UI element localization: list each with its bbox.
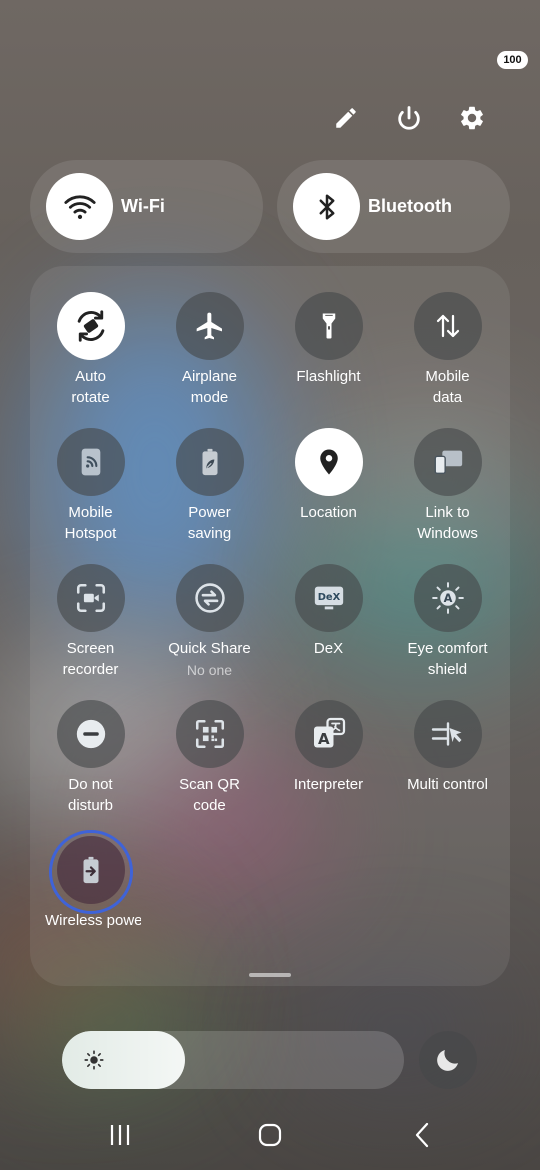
bluetooth-label: Bluetooth [368,196,452,216]
battery-level-badge: 100 [497,51,528,69]
tile-multi-control[interactable]: Multi control [388,700,507,795]
eye-comfort-icon: A [413,564,482,632]
svg-text:DeX: DeX [317,592,340,603]
back-icon[interactable] [402,1120,442,1150]
tile-label: Airplane mode [181,368,238,406]
mobile-data-icon [413,292,482,360]
tile-flashlight[interactable]: Flashlight [269,292,388,387]
airplane-icon [175,292,244,360]
auto-rotate-icon [56,292,125,360]
tile-label: Flashlight [296,368,361,385]
do-not-disturb-icon [56,700,125,768]
tile-interpreter[interactable]: A Interpreter [269,700,388,795]
tile-mobile-data[interactable]: Mobile data [388,292,507,408]
gear-icon[interactable] [454,100,490,136]
tile-screen-recorder[interactable]: Screen recorder [31,564,150,680]
home-icon[interactable] [250,1120,290,1150]
tile-power-saving[interactable]: Power saving [150,428,269,544]
tile-label: Power saving [187,504,232,542]
screen-recorder-icon [56,564,125,632]
recents-icon[interactable] [100,1120,140,1150]
bluetooth-icon [293,173,360,240]
pencil-icon[interactable] [328,100,364,136]
svg-text:A: A [443,591,452,605]
navigation-bar [0,1110,540,1158]
brightness-level-fill [62,1031,186,1089]
moon-icon [437,1050,458,1071]
bluetooth-toggle[interactable]: Bluetooth [277,160,510,253]
tile-auto-rotate[interactable]: Auto rotate [31,292,150,408]
quick-share-icon [175,564,244,632]
panel-drag-handle[interactable] [249,973,291,977]
flashlight-icon [294,292,363,360]
tile-label: Location [300,504,357,521]
wifi-icon [46,173,113,240]
tile-dex[interactable]: DeX DeX [269,564,388,659]
tile-location[interactable]: Location [269,428,388,523]
wifi-label: Wi-Fi [121,196,165,216]
dex-icon: DeX [294,564,363,632]
brightness-slider[interactable] [62,1031,404,1089]
tile-label: Quick Share [168,640,251,657]
wifi-toggle[interactable]: Wi-Fi [30,160,263,253]
battery-leaf-icon [175,428,244,496]
qr-code-icon [175,700,244,768]
power-icon[interactable] [391,100,427,136]
tile-link-to-windows[interactable]: Link to Windows [388,428,507,544]
tile-label: Eye comfort shield [407,640,488,678]
focus-highlight-ring [49,830,133,914]
sun-icon [84,1050,104,1070]
hotspot-icon [56,428,125,496]
tile-label: Auto rotate [71,368,110,406]
tile-quick-share[interactable]: Quick Share No one [150,564,269,678]
interpreter-icon: A [294,700,363,768]
link-windows-icon [413,428,482,496]
night-mode-button[interactable] [419,1031,477,1089]
tile-scan-qr[interactable]: Scan QR code [150,700,269,816]
tile-label: Link to Windows [417,504,478,542]
header-actions [328,100,490,136]
tile-label: Do not disturb [67,776,114,814]
tile-label: Multi control [407,776,488,793]
location-pin-icon [294,428,363,496]
tile-mobile-hotspot[interactable]: Mobile Hotspot [31,428,150,544]
tile-do-not-disturb[interactable]: Do not disturb [31,700,150,816]
tile-label: Interpreter [293,776,364,793]
tile-label: DeX [313,640,344,657]
tile-label: Mobile data [425,368,470,406]
tile-label: Mobile Hotspot [64,504,117,542]
tile-eye-comfort[interactable]: A Eye comfort shield [388,564,507,680]
tile-sublabel: No one [186,662,233,678]
multi-control-icon [413,700,482,768]
tile-label: Screen recorder [62,640,119,678]
tile-airplane-mode[interactable]: Airplane mode [150,292,269,408]
tile-label: Scan QR code [179,776,240,814]
